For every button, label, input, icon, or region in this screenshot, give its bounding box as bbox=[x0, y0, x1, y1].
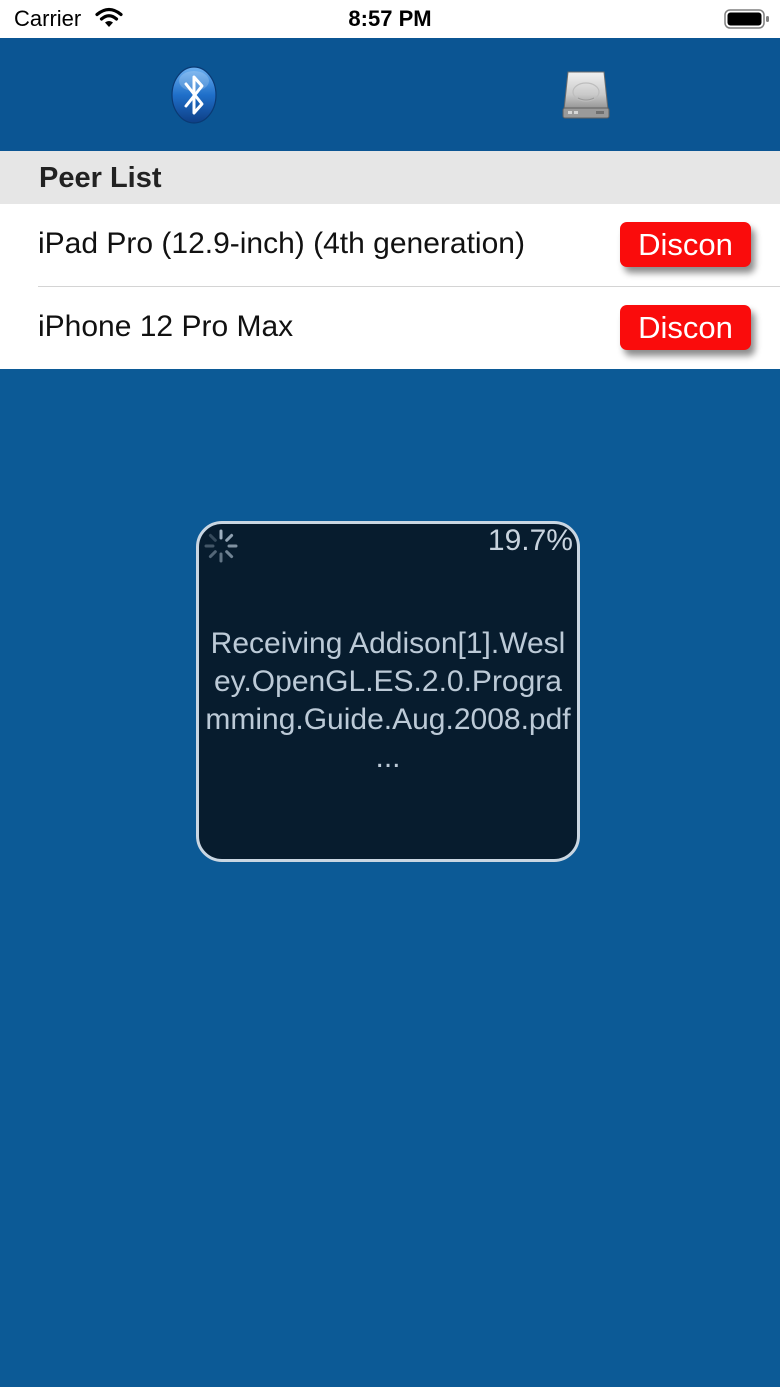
peer-row[interactable]: iPhone 12 Pro Max Discon bbox=[0, 287, 780, 369]
progress-message: Receiving Addison[1].Wesley.OpenGL.ES.2.… bbox=[205, 627, 571, 774]
status-bar: Carrier 8:57 PM bbox=[0, 0, 780, 38]
disconnect-button[interactable]: Discon bbox=[620, 222, 751, 267]
peer-list-header: Peer List bbox=[0, 151, 780, 204]
transfer-progress-hud: 19.7% Receiving Addison[1].Wesley.OpenGL… bbox=[196, 521, 580, 862]
toolbar bbox=[0, 38, 780, 151]
hard-drive-icon[interactable] bbox=[558, 66, 614, 122]
status-time: 8:57 PM bbox=[348, 6, 432, 31]
bluetooth-icon[interactable] bbox=[170, 65, 218, 125]
battery-full-icon bbox=[724, 9, 769, 29]
peer-name: iPhone 12 Pro Max bbox=[38, 310, 294, 343]
peer-list-title: Peer List bbox=[39, 162, 162, 194]
activity-spinner-icon bbox=[204, 529, 238, 563]
peer-name: iPad Pro (12.9-inch) (4th generation) bbox=[38, 227, 525, 260]
peer-list: iPad Pro (12.9-inch) (4th generation) Di… bbox=[0, 204, 780, 369]
progress-percent: 19.7% bbox=[487, 524, 573, 557]
disconnect-button[interactable]: Discon bbox=[620, 305, 751, 350]
peer-row[interactable]: iPad Pro (12.9-inch) (4th generation) Di… bbox=[0, 204, 780, 287]
